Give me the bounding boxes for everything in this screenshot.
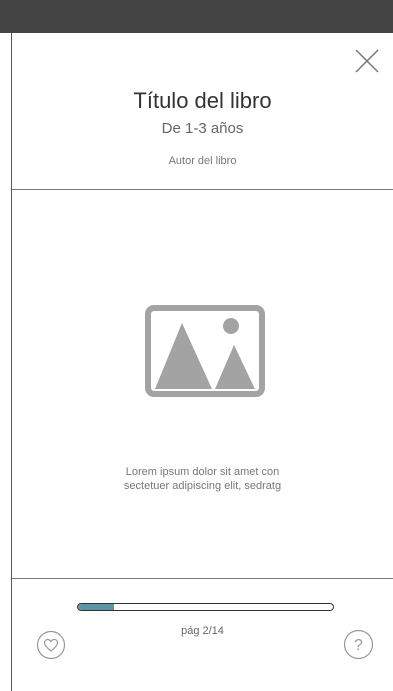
page-indicator: pág 2/14 — [181, 625, 224, 637]
age-range: De 1-3 años — [161, 120, 244, 137]
book-reader-screen: Título del libro De 1-3 años Autor del l… — [0, 0, 393, 691]
reading-progress-bar[interactable] — [77, 603, 334, 611]
page-text-line: Lorem ipsum dolor sit amet con — [125, 466, 280, 478]
help-button[interactable]: ? — [343, 629, 374, 660]
close-icon — [355, 49, 379, 73]
page-text: Lorem ipsum dolor sit amet con sectetuer… — [12, 465, 393, 493]
image-placeholder-icon — [145, 305, 265, 397]
footer-divider — [12, 578, 393, 579]
question-mark-icon: ? — [343, 629, 374, 660]
status-bar — [0, 0, 393, 33]
reading-progress-fill — [78, 604, 115, 610]
help-glyph: ? — [354, 637, 363, 654]
page-illustration — [145, 305, 265, 397]
book-title: Título del libro — [133, 88, 272, 113]
page-text-line: sectetuer adipiscing elit, sedratg — [123, 480, 282, 492]
heart-icon — [36, 630, 66, 660]
favorite-button[interactable] — [36, 630, 66, 660]
header-divider — [12, 189, 393, 190]
close-button[interactable] — [354, 48, 380, 74]
book-author: Autor del libro — [168, 155, 237, 167]
